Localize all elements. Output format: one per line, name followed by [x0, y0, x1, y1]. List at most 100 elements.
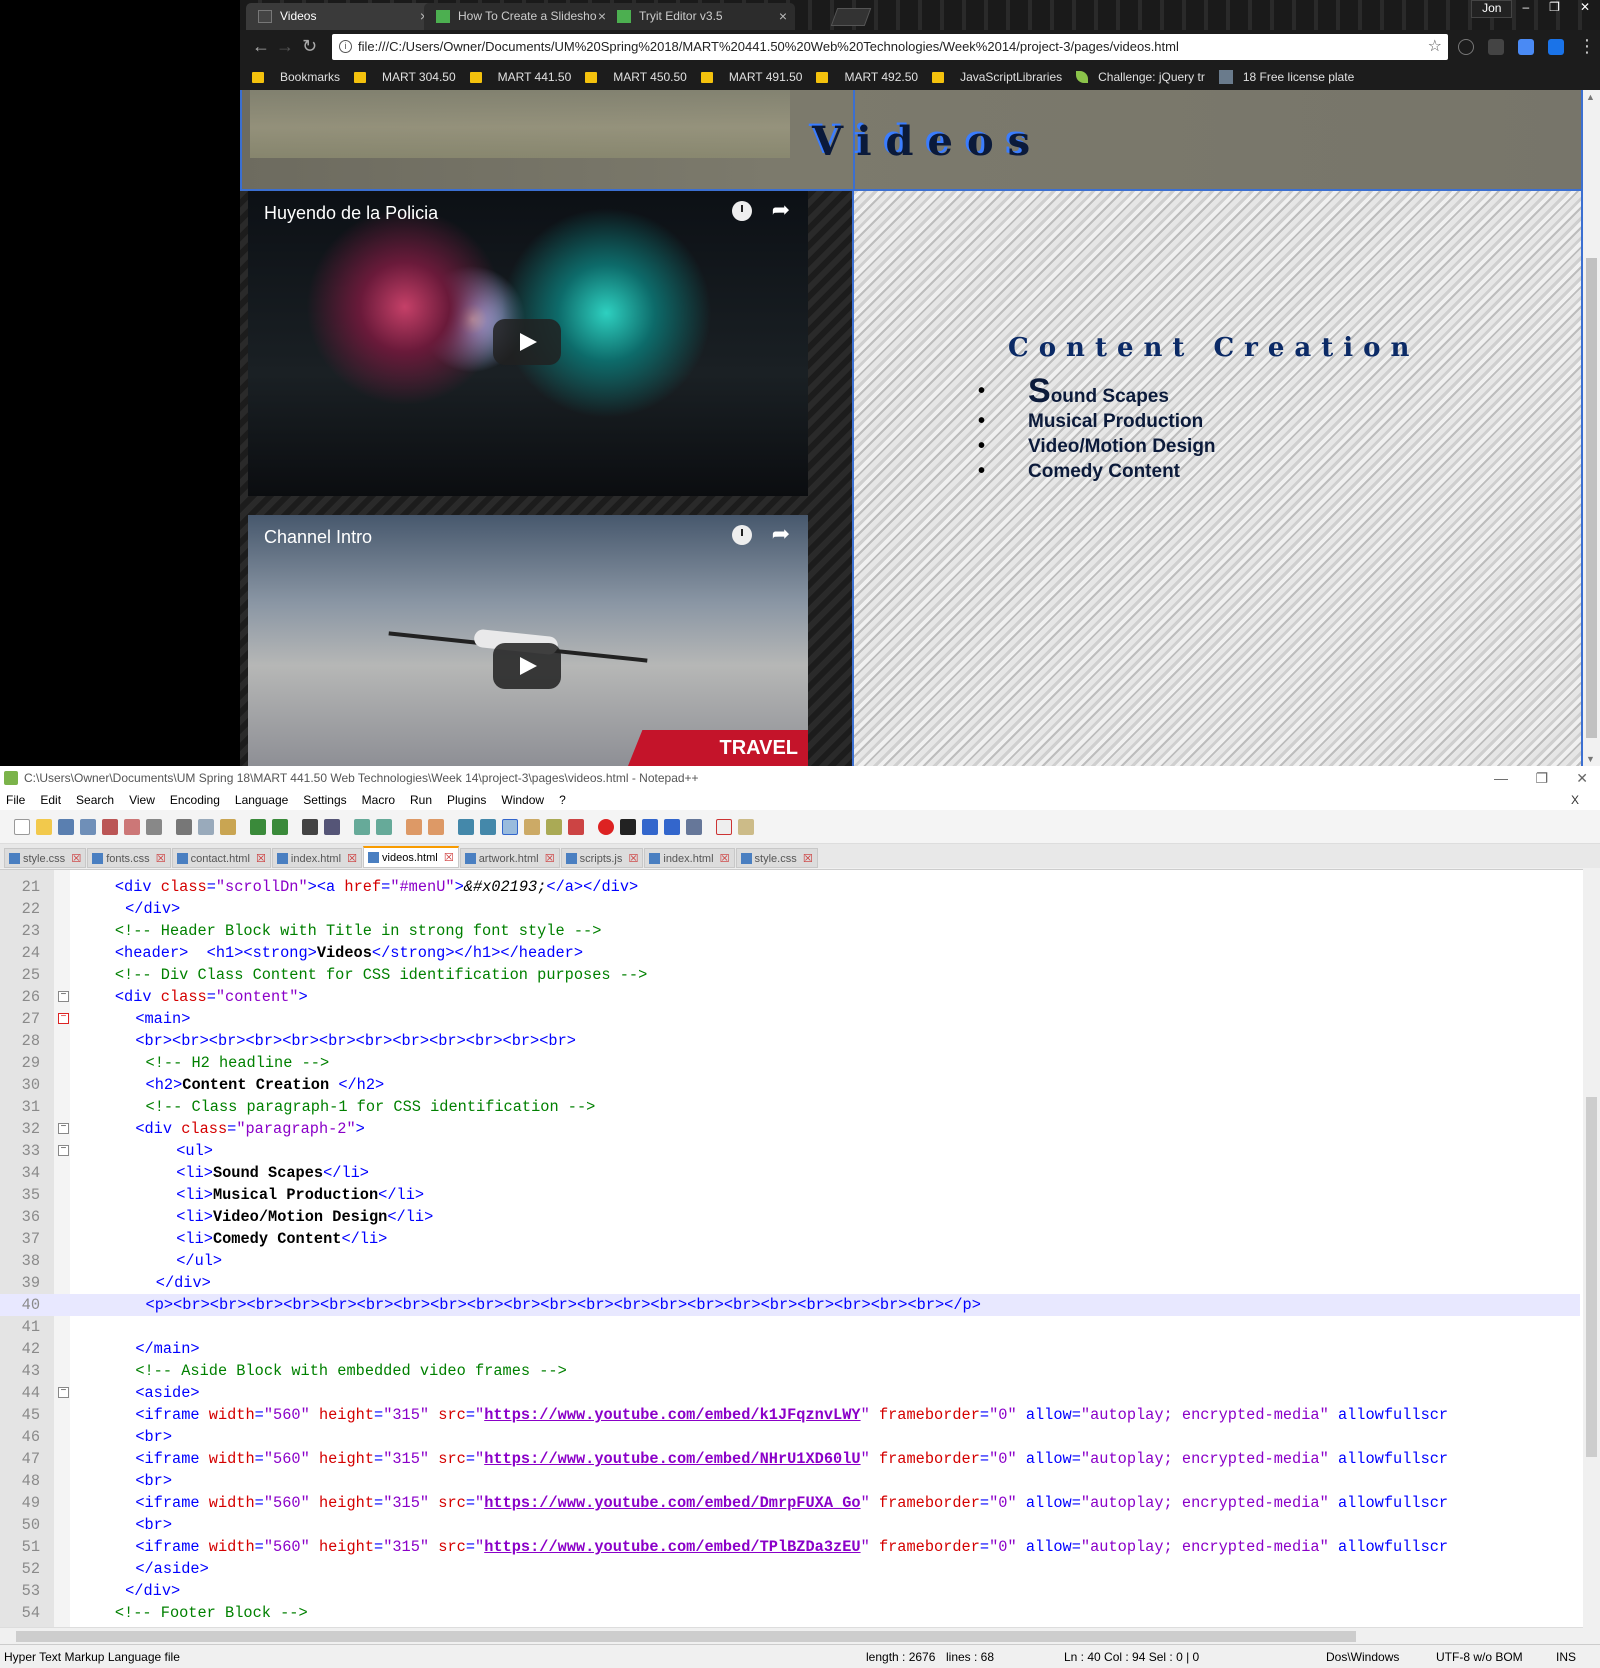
- find-icon[interactable]: [302, 819, 318, 835]
- new-tab-button[interactable]: [830, 8, 872, 26]
- code-line[interactable]: 41: [0, 1316, 1580, 1338]
- code-line[interactable]: 39 </div>: [0, 1272, 1580, 1294]
- code-line[interactable]: 43 <!-- Aside Block with embedded video f…: [0, 1360, 1580, 1382]
- close-icon[interactable]: ✕: [1576, 766, 1588, 790]
- scroll-thumb[interactable]: [1586, 258, 1597, 738]
- close-file-icon[interactable]: [102, 819, 118, 835]
- bookmark-item[interactable]: MART 492.50: [816, 70, 918, 84]
- bookmark-item[interactable]: Bookmarks: [252, 70, 340, 84]
- fold-toggle-icon[interactable]: −: [58, 1123, 69, 1134]
- redo-icon[interactable]: [272, 819, 288, 835]
- code-line[interactable]: 51 <iframe width="560" height="315" src="…: [0, 1536, 1580, 1558]
- watch-later-icon[interactable]: [732, 525, 752, 545]
- cast-icon[interactable]: [1488, 39, 1504, 55]
- menu-language[interactable]: Language: [235, 790, 288, 810]
- close-icon[interactable]: ✕: [1570, 0, 1600, 18]
- code-line[interactable]: 49 <iframe width="560" height="315" src="…: [0, 1492, 1580, 1514]
- code-line[interactable]: 35 <li>Musical Production</li>: [0, 1184, 1580, 1206]
- replace-icon[interactable]: [324, 819, 340, 835]
- close-icon[interactable]: ☒: [545, 849, 555, 869]
- print-icon[interactable]: [146, 819, 162, 835]
- translate-icon[interactable]: [1518, 39, 1534, 55]
- paste-icon[interactable]: [220, 819, 236, 835]
- close-document-button[interactable]: X: [1571, 790, 1579, 810]
- bookmark-item[interactable]: MART 441.50: [469, 70, 571, 84]
- save-icon[interactable]: [58, 819, 74, 835]
- code-line[interactable]: 24 <header> <h1><strong>Videos</strong></…: [0, 942, 1580, 964]
- code-line[interactable]: 22 </div>: [0, 898, 1580, 920]
- close-icon[interactable]: ☒: [444, 848, 454, 868]
- bookmark-item[interactable]: JavaScriptLibraries: [932, 70, 1062, 84]
- close-icon[interactable]: ☒: [256, 849, 266, 869]
- menu-encoding[interactable]: Encoding: [170, 790, 220, 810]
- menu-plugins[interactable]: Plugins: [447, 790, 486, 810]
- code-line[interactable]: 50 <br>: [0, 1514, 1580, 1536]
- undo-icon[interactable]: [250, 819, 266, 835]
- doc-map-icon[interactable]: [546, 819, 562, 835]
- code-line[interactable]: 45 <iframe width="560" height="315" src="…: [0, 1404, 1580, 1426]
- file-tab[interactable]: artwork.html ☒: [459, 848, 560, 869]
- video-title[interactable]: Channel Intro: [264, 527, 372, 548]
- code-line[interactable]: 38 </ul>: [0, 1250, 1580, 1272]
- spellcheck-icon[interactable]: [716, 819, 732, 835]
- fold-toggle-icon[interactable]: −: [58, 1145, 69, 1156]
- share-icon[interactable]: ➦: [772, 521, 790, 547]
- menu-window[interactable]: Window: [501, 790, 544, 810]
- video-frame[interactable]: Channel Intro ➦ TRAVEL: [248, 515, 808, 766]
- play-macro-icon[interactable]: [642, 819, 658, 835]
- play-button[interactable]: [493, 643, 561, 689]
- tab-videos[interactable]: Videos ×: [246, 3, 436, 30]
- code-editor[interactable]: 21 <div class="scrollDn"><a href="#menU">…: [0, 869, 1600, 1627]
- spellcheck-settings-icon[interactable]: [738, 819, 754, 835]
- save-macro-icon[interactable]: [686, 819, 702, 835]
- close-icon[interactable]: ☒: [71, 849, 81, 869]
- file-tab[interactable]: contact.html ☒: [171, 848, 271, 869]
- save-all-icon[interactable]: [80, 819, 96, 835]
- code-line[interactable]: 25 <!-- Div Class Content for CSS identif…: [0, 964, 1580, 986]
- code-line[interactable]: 30 <h2>Content Creation </h2>: [0, 1074, 1580, 1096]
- bookmark-item[interactable]: Challenge: jQuery tr: [1076, 70, 1205, 84]
- menu-search[interactable]: Search: [76, 790, 114, 810]
- code-line[interactable]: 31 <!-- Class paragraph-1 for CSS identif…: [0, 1096, 1580, 1118]
- indent-guide-icon[interactable]: [502, 819, 518, 835]
- scroll-up-icon[interactable]: ▲: [1586, 92, 1595, 102]
- back-icon[interactable]: ←: [252, 36, 270, 57]
- code-line[interactable]: 47 <iframe width="560" height="315" src="…: [0, 1448, 1580, 1470]
- sync-horizontal-icon[interactable]: [428, 819, 444, 835]
- scroll-down-icon[interactable]: ▼: [1586, 754, 1595, 764]
- play-button[interactable]: [493, 319, 561, 365]
- word-wrap-icon[interactable]: [458, 819, 474, 835]
- sync-vertical-icon[interactable]: [406, 819, 422, 835]
- profile-button[interactable]: Jon: [1471, 0, 1513, 18]
- menu-edit[interactable]: Edit: [40, 790, 61, 810]
- minimize-icon[interactable]: –: [1512, 0, 1539, 18]
- close-icon[interactable]: ☒: [720, 849, 730, 869]
- code-line[interactable]: 26 − <div class="content">: [0, 986, 1580, 1008]
- file-tab[interactable]: style.css ☒: [735, 848, 818, 869]
- fold-toggle-icon[interactable]: −: [58, 1013, 69, 1024]
- bookmark-item[interactable]: MART 450.50: [585, 70, 687, 84]
- code-line[interactable]: 46 <br>: [0, 1426, 1580, 1448]
- forward-icon[interactable]: →: [276, 36, 294, 57]
- menu-macro[interactable]: Macro: [362, 790, 395, 810]
- extension-icon[interactable]: [1458, 39, 1474, 55]
- video-frame[interactable]: Huyendo de la Policia ➦: [248, 191, 808, 496]
- show-all-chars-icon[interactable]: [480, 819, 496, 835]
- reload-icon[interactable]: ↻: [302, 36, 317, 57]
- code-line[interactable]: 34 <li>Sound Scapes</li>: [0, 1162, 1580, 1184]
- tab-tryit[interactable]: Tryit Editor v3.5 ×: [605, 3, 795, 30]
- tab-slideshow[interactable]: How To Create a Slidesho ×: [424, 3, 614, 30]
- fold-toggle-icon[interactable]: −: [58, 1387, 69, 1398]
- code-line[interactable]: 37 <li>Comedy Content</li>: [0, 1228, 1580, 1250]
- code-line[interactable]: 52 </aside>: [0, 1558, 1580, 1580]
- close-all-icon[interactable]: [124, 819, 140, 835]
- watch-later-icon[interactable]: [732, 201, 752, 221]
- file-tab[interactable]: index.html ☒: [644, 848, 735, 869]
- code-line[interactable]: 21 <div class="scrollDn"><a href="#menU">…: [0, 876, 1580, 898]
- restore-icon[interactable]: ❐: [1539, 0, 1570, 18]
- editor-horizontal-scrollbar[interactable]: [0, 1627, 1583, 1644]
- close-icon[interactable]: ☒: [803, 849, 813, 869]
- scroll-thumb[interactable]: [1586, 1097, 1597, 1457]
- file-tab[interactable]: fonts.css ☒: [87, 848, 171, 868]
- minimize-icon[interactable]: —: [1494, 766, 1508, 790]
